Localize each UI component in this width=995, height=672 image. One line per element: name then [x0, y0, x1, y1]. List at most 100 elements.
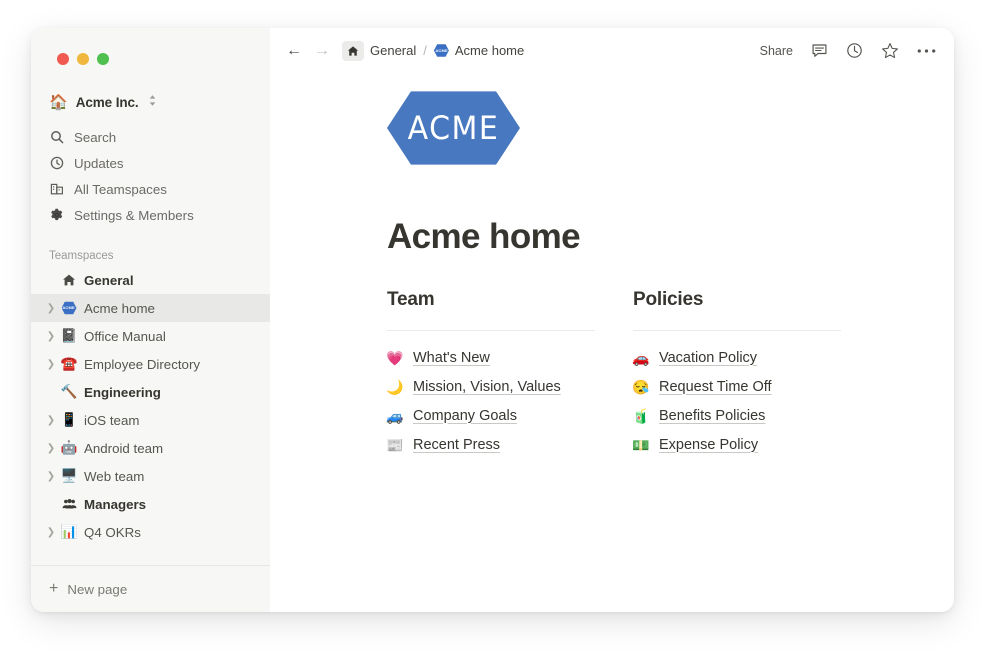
sidebar-item-label: Employee Directory — [84, 356, 201, 372]
new-page-button[interactable]: + New page — [43, 566, 258, 612]
heart-icon: 💗 — [386, 349, 404, 366]
teamspaces-tree: ▸ General ❯ ACME Acme home — [31, 266, 270, 546]
blue-car-icon: 🚙 — [386, 407, 404, 424]
arrow-right-icon[interactable]: → — [314, 42, 330, 59]
sidebar-item-q4-okrs[interactable]: ❯ 📊 Q4 OKRs — [31, 518, 270, 546]
comment-icon[interactable] — [811, 42, 828, 59]
breadcrumb-current-label: Acme home — [454, 43, 525, 58]
history-clock-icon[interactable] — [846, 42, 863, 59]
acme-hex-logo-icon: ACME — [433, 44, 449, 57]
history-nav: ← → — [286, 42, 330, 59]
page-link-label: Recent Press — [413, 436, 501, 453]
sidebar-item-label: Managers — [84, 496, 147, 512]
gear-icon — [49, 208, 65, 222]
workspace-name: Acme Inc. — [75, 94, 139, 110]
share-button[interactable]: Share — [760, 44, 793, 58]
sidebar-item-settings-members[interactable]: Settings & Members — [43, 202, 258, 228]
link-list: 💗 What's New 🌙 Mission, Vision, Values 🚙… — [386, 343, 633, 459]
search-icon — [49, 130, 65, 144]
topbar: ← → General / ACME Acme home Share — [270, 28, 954, 73]
chevron-right-icon[interactable]: ❯ — [43, 415, 59, 426]
sidebar-item-label: Web team — [84, 468, 145, 484]
page-title: Acme home — [387, 217, 581, 256]
page-link-recent-press[interactable]: 📰 Recent Press — [386, 430, 633, 459]
people-group-icon — [59, 498, 79, 510]
acme-logo: ACME — [387, 91, 520, 165]
page-body: ACME Acme home Team 💗 What's New 🌙 Missi… — [270, 73, 954, 459]
sidebar-item-ios-team[interactable]: ❯ 📱 iOS team — [31, 406, 270, 434]
arrow-left-icon[interactable]: ← — [286, 42, 302, 59]
page-link-label: Vacation Policy — [659, 349, 758, 366]
sidebar-item-label: General — [84, 272, 134, 288]
sidebar-item-employee-directory[interactable]: ❯ ☎️ Employee Directory — [31, 350, 270, 378]
new-page-label: New page — [67, 581, 128, 597]
page-link-label: Expense Policy — [659, 436, 759, 453]
sidebar-item-general[interactable]: ▸ General — [31, 266, 270, 294]
page-link-benefits-policies[interactable]: 🧃 Benefits Policies — [632, 401, 879, 430]
column-team: Team 💗 What's New 🌙 Mission, Vision, Val… — [386, 289, 633, 459]
sidebar-item-label: Updates — [74, 155, 124, 171]
sidebar-item-all-teamspaces[interactable]: All Teamspaces — [43, 176, 258, 202]
sidebar-item-label: Q4 OKRs — [84, 524, 141, 540]
main-content: ← → General / ACME Acme home Share ACME … — [270, 28, 954, 612]
chevron-right-icon[interactable]: ❯ — [43, 471, 59, 482]
column-heading: Team — [387, 289, 435, 310]
page-link-label: Mission, Vision, Values — [413, 378, 561, 395]
column-policies: Policies 🚗 Vacation Policy 😪 Request Tim… — [632, 289, 879, 459]
minimize-window-button[interactable] — [77, 53, 89, 65]
sidebar-item-office-manual[interactable]: ❯ 📓 Office Manual — [31, 322, 270, 350]
app-root: 🏠 Acme Inc. Search Updates All Teamspace… — [0, 0, 995, 672]
sidebar-item-label: Settings & Members — [74, 207, 194, 223]
maximize-window-button[interactable] — [97, 53, 109, 65]
app-window: 🏠 Acme Inc. Search Updates All Teamspace… — [31, 28, 954, 612]
breadcrumb-home-icon[interactable] — [342, 40, 364, 61]
chevron-right-icon[interactable]: ❯ — [43, 359, 59, 370]
page-link-mission-vision-values[interactable]: 🌙 Mission, Vision, Values — [386, 372, 633, 401]
sidebar-item-engineering[interactable]: ❯ 🔨 Engineering — [31, 378, 270, 406]
breadcrumb-parent[interactable]: General — [370, 43, 416, 58]
more-ellipsis-icon[interactable] — [917, 48, 936, 54]
chevron-right-icon[interactable]: ❯ — [43, 443, 59, 454]
chevron-right-icon[interactable]: ❯ — [43, 331, 59, 342]
sidebar-footer: + New page — [31, 565, 270, 612]
sidebar-item-search[interactable]: Search — [43, 124, 258, 150]
sidebar-nav: Search Updates All Teamspaces Settings &… — [31, 124, 270, 228]
sidebar-item-label: All Teamspaces — [74, 181, 167, 197]
banknote-icon: 💵 — [632, 436, 650, 453]
clock-icon — [49, 156, 65, 170]
hammer-icon: 🔨 — [60, 384, 78, 400]
page-link-whats-new[interactable]: 💗 What's New — [386, 343, 633, 372]
chevron-right-icon[interactable]: ❯ — [43, 527, 59, 538]
sidebar-item-updates[interactable]: Updates — [43, 150, 258, 176]
star-icon[interactable] — [881, 42, 899, 60]
sidebar: 🏠 Acme Inc. Search Updates All Teamspace… — [31, 28, 270, 612]
close-window-button[interactable] — [57, 53, 69, 65]
notebook-icon: 📓 — [60, 328, 78, 344]
sidebar-item-label: Office Manual — [84, 328, 166, 344]
column-divider — [633, 330, 841, 331]
sidebar-item-android-team[interactable]: ❯ 🤖 Android team — [31, 434, 270, 462]
page-link-label: Company Goals — [413, 407, 517, 424]
sleepy-face-icon: 😪 — [632, 378, 650, 395]
newspaper-icon: 📰 — [386, 436, 404, 453]
topbar-actions: Share — [760, 42, 936, 60]
column-divider — [387, 330, 595, 331]
page-link-request-time-off[interactable]: 😪 Request Time Off — [632, 372, 879, 401]
sidebar-item-label: iOS team — [84, 412, 140, 428]
sidebar-item-web-team[interactable]: ❯ 🖥️ Web team — [31, 462, 270, 490]
page-link-vacation-policy[interactable]: 🚗 Vacation Policy — [632, 343, 879, 372]
chevron-right-icon[interactable]: ❯ — [43, 303, 59, 314]
teamspaces-section-label: Teamspaces — [49, 250, 114, 262]
page-link-expense-policy[interactable]: 💵 Expense Policy — [632, 430, 879, 459]
sidebar-item-managers[interactable]: ❯ Managers — [31, 490, 270, 518]
breadcrumb-separator: / — [423, 43, 427, 58]
workspace-switcher[interactable]: 🏠 Acme Inc. — [43, 90, 258, 114]
breadcrumb-current[interactable]: ACME Acme home — [433, 43, 525, 58]
home-icon — [59, 273, 79, 287]
page-link-company-goals[interactable]: 🚙 Company Goals — [386, 401, 633, 430]
chevron-updown-icon — [148, 94, 157, 110]
sidebar-item-acme-home[interactable]: ❯ ACME Acme home — [31, 294, 270, 322]
page-link-label: Request Time Off — [659, 378, 772, 395]
acme-logo-text: ACME — [407, 109, 500, 147]
house-icon: 🏠 — [49, 93, 68, 111]
